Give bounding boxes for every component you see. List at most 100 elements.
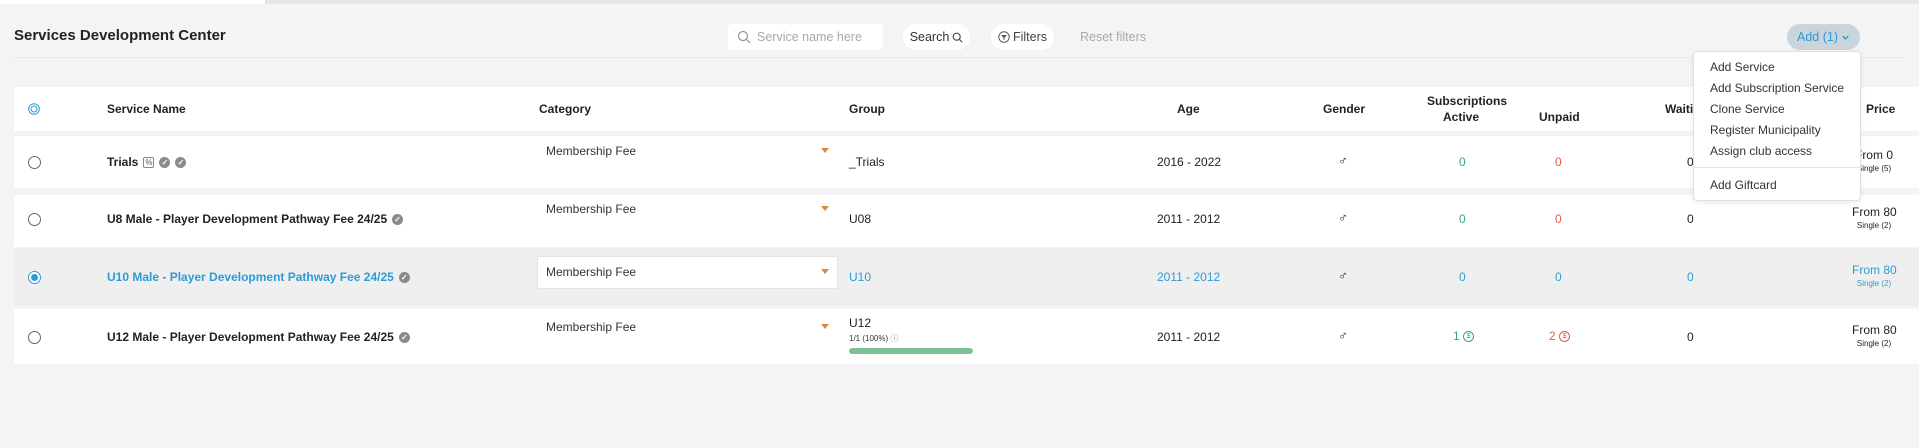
top-tab-strip <box>0 0 1919 4</box>
male-icon: ♂ <box>1338 153 1348 168</box>
col-subscriptions: Subscriptions <box>1427 94 1508 108</box>
active-count[interactable]: 0 <box>1459 155 1466 169</box>
price-value: From 80 <box>1852 205 1897 219</box>
active-count[interactable]: 0 <box>1459 212 1466 226</box>
group-cell: U08 <box>849 212 872 226</box>
table-row-selected[interactable]: U10 Male - Player Development Pathway Fe… <box>14 248 1919 306</box>
price-subtext: Single (2) <box>1856 339 1892 348</box>
menu-item-add-service[interactable]: Add Service <box>1710 60 1775 74</box>
price-cell: From 80 Single (2) <box>1852 323 1897 350</box>
menu-item-clone-service[interactable]: Clone Service <box>1710 102 1785 116</box>
check-circle-icon: ✓ <box>159 156 171 168</box>
add-dropdown-menu: Add Service Add Subscription Service Clo… <box>1693 51 1861 201</box>
search-box[interactable] <box>728 24 883 50</box>
category-value: Membership Fee <box>546 265 637 279</box>
table-header: Service Name Category Group Age Gender S… <box>14 87 1919 131</box>
age-cell: 2011 - 2012 <box>1157 212 1221 226</box>
active-count[interactable]: 0 <box>1459 270 1466 284</box>
price-cell: From 80 Single (2) <box>1852 205 1897 232</box>
category-select[interactable]: Membership Fee <box>538 136 837 167</box>
filter-icon <box>998 31 1010 43</box>
row-radio[interactable] <box>28 331 41 344</box>
group-capacity-bar <box>849 348 973 354</box>
unpaid-count-value: 2 <box>1549 329 1556 343</box>
unpaid-count[interactable]: 2 $ <box>1549 329 1571 343</box>
price-subtext: Single (2) <box>1856 279 1892 288</box>
active-count[interactable]: 1 $ <box>1453 329 1475 343</box>
male-icon: ♂ <box>1338 268 1348 283</box>
category-value: Membership Fee <box>546 202 637 216</box>
menu-item-assign-club-access[interactable]: Assign club access <box>1710 144 1812 158</box>
col-active[interactable]: Active <box>1443 110 1479 124</box>
waiting-count[interactable]: 0 <box>1687 330 1694 344</box>
group-cell: U10 <box>849 270 872 284</box>
reset-filters-button[interactable]: Reset filters <box>1072 24 1154 50</box>
col-service-name[interactable]: Service Name <box>107 102 186 116</box>
col-gender[interactable]: Gender <box>1323 102 1365 116</box>
group-capacity-text: 1/1 (100%) <box>849 334 889 343</box>
waiting-count[interactable]: 0 <box>1687 270 1694 284</box>
table-row[interactable]: U12 Male - Player Development Pathway Fe… <box>14 309 1919 364</box>
filters-button-label: Filters <box>1012 30 1048 44</box>
add-button[interactable]: Add (1) <box>1787 24 1860 50</box>
male-icon: ♂ <box>1338 328 1348 343</box>
waiting-count[interactable]: 0 <box>1687 212 1694 226</box>
caret-down-icon <box>821 148 829 153</box>
price-value: From 80 <box>1852 323 1897 337</box>
menu-item-register-municipality[interactable]: Register Municipality <box>1710 123 1821 137</box>
active-tab[interactable] <box>0 0 266 4</box>
table-row[interactable]: Trials % ✓ ✓ Membership Fee _Trials 2016… <box>14 136 1919 188</box>
row-radio[interactable] <box>28 213 41 226</box>
service-name: U8 Male - Player Development Pathway Fee… <box>107 212 388 226</box>
check-circle-icon: ✓ <box>175 156 187 168</box>
row-radio[interactable] <box>28 156 41 169</box>
category-value: Membership Fee <box>546 144 637 158</box>
male-icon: ♂ <box>1338 210 1348 225</box>
col-unpaid[interactable]: Unpaid <box>1539 110 1580 124</box>
group-cell: U12 <box>849 316 872 330</box>
select-all-icon[interactable] <box>28 103 40 115</box>
menu-item-add-giftcard[interactable]: Add Giftcard <box>1710 178 1777 192</box>
col-category[interactable]: Category <box>539 102 591 116</box>
col-group[interactable]: Group <box>849 102 885 116</box>
service-name-cell[interactable]: U10 Male - Player Development Pathway Fe… <box>107 270 410 284</box>
page-title: Services Development Center <box>14 27 226 44</box>
row-radio-selected[interactable] <box>28 271 41 284</box>
table-row[interactable]: U8 Male - Player Development Pathway Fee… <box>14 195 1919 247</box>
caret-down-icon <box>821 324 829 329</box>
search-button[interactable]: Search <box>903 24 970 50</box>
search-icon <box>737 30 751 44</box>
service-name-cell[interactable]: U8 Male - Player Development Pathway Fee… <box>107 212 404 226</box>
category-select[interactable]: Membership Fee <box>538 312 837 343</box>
unpaid-count[interactable]: 0 <box>1555 155 1562 169</box>
add-button-label: Add (1) <box>1797 30 1838 44</box>
col-age[interactable]: Age <box>1177 102 1200 116</box>
search-input[interactable] <box>757 30 877 44</box>
active-count-value: 1 <box>1453 329 1460 343</box>
header-divider <box>14 57 1905 58</box>
age-cell: 2011 - 2012 <box>1157 270 1221 284</box>
caret-down-icon <box>821 206 829 211</box>
unpaid-count[interactable]: 0 <box>1555 212 1562 226</box>
category-select[interactable]: Membership Fee <box>538 194 837 225</box>
age-cell: 2016 - 2022 <box>1157 155 1222 169</box>
search-icon <box>952 32 963 43</box>
category-select[interactable]: Membership Fee <box>537 256 838 289</box>
chevron-down-icon <box>1842 35 1849 40</box>
unpaid-count[interactable]: 0 <box>1555 270 1562 284</box>
search-button-label: Search <box>909 30 950 44</box>
menu-item-add-subscription-service[interactable]: Add Subscription Service <box>1710 81 1844 95</box>
dollar-icon: $ <box>1559 331 1571 343</box>
filters-button[interactable]: Filters <box>991 24 1054 50</box>
group-capacity: 1/1 (100%) ⓘ <box>849 333 898 344</box>
age-cell: 2011 - 2012 <box>1157 330 1221 344</box>
service-name-cell[interactable]: Trials % ✓ ✓ <box>107 155 187 169</box>
col-waiting[interactable]: Waiti <box>1665 102 1693 116</box>
caret-down-icon <box>821 269 829 274</box>
col-price[interactable]: Price <box>1866 102 1895 116</box>
check-circle-icon: ✓ <box>398 331 410 343</box>
service-name: U12 Male - Player Development Pathway Fe… <box>107 330 394 344</box>
dollar-icon: $ <box>1463 331 1475 343</box>
service-name: U10 Male - Player Development Pathway Fe… <box>107 270 394 284</box>
service-name-cell[interactable]: U12 Male - Player Development Pathway Fe… <box>107 330 410 344</box>
